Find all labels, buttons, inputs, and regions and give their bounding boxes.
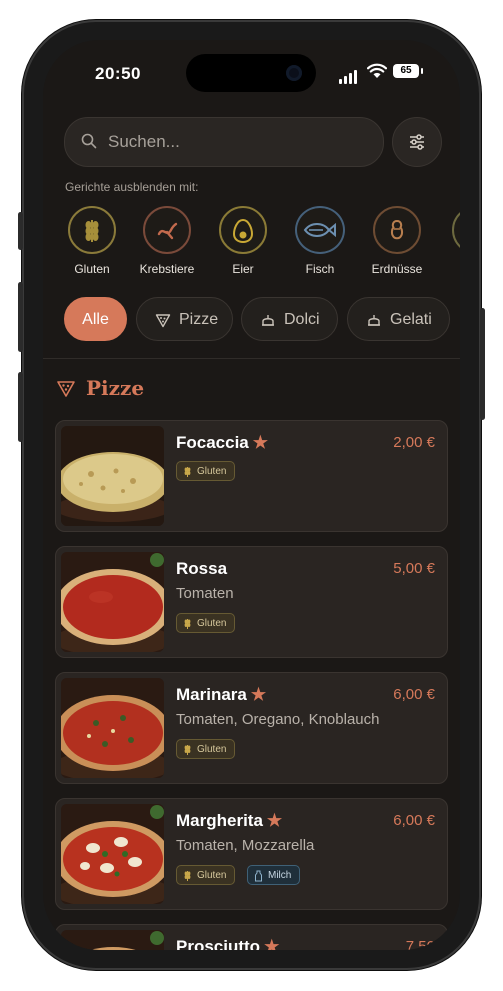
mute-switch <box>18 212 23 250</box>
focaccia-image <box>61 426 164 526</box>
allergen-tag-milch: Milch <box>247 865 301 885</box>
item-name: Rossa <box>176 559 228 578</box>
item-price: 5,00 € <box>393 560 435 577</box>
allergen-gluten[interactable]: Gluten <box>57 206 127 276</box>
volume-up-button <box>18 282 23 352</box>
dynamic-island <box>186 54 316 92</box>
prosciutto-image <box>61 930 164 950</box>
wifi-icon <box>367 63 387 78</box>
filter-button[interactable] <box>392 117 442 167</box>
item-description: Tomaten, Oregano, Knoblauch <box>176 711 380 728</box>
camera-icon <box>286 65 302 81</box>
star-icon: ★ <box>264 937 280 950</box>
cake-icon <box>262 314 274 326</box>
allergen-krebstiere[interactable]: Krebstiere <box>132 206 202 276</box>
allergen-tag-gluten: Gluten <box>176 739 236 759</box>
allergen-tag-gluten: Gluten <box>176 461 236 481</box>
item-description: Tomaten <box>176 585 234 602</box>
wheat-icon <box>184 619 191 629</box>
fish-icon <box>303 222 336 238</box>
menu-item-card[interactable]: Margherita ★ 6,00 € Tomaten, Mozzarella G… <box>55 798 448 910</box>
allergen-tag-gluten: Gluten <box>176 613 236 633</box>
rossa-image <box>61 552 164 652</box>
wheat-icon <box>184 467 191 477</box>
margherita-image <box>61 804 164 904</box>
ice-cream-icon <box>368 314 380 326</box>
app-screen: 20:50 65 Suchen... Gerichte ausblenden m… <box>43 40 460 950</box>
allergen-label: Fisch <box>305 262 335 276</box>
status-bar: 20:50 65 <box>43 40 460 102</box>
tab-label: Dolci <box>284 311 320 328</box>
item-price: 2,00 € <box>393 434 435 451</box>
allergen-tag-gluten: Gluten <box>176 865 236 885</box>
item-price: 6,00 € <box>393 686 435 703</box>
tab-label: Pizze <box>179 311 219 328</box>
item-description: Tomaten, Mozzarella <box>176 837 315 854</box>
tab-pizze[interactable]: Pizze <box>136 297 233 341</box>
item-name: Focaccia ★ <box>176 433 269 452</box>
tab-alle[interactable]: Alle <box>64 297 127 341</box>
menu-item-card[interactable]: Marinara ★ 6,00 € Tomaten, Oregano, Knobl… <box>55 672 448 784</box>
power-button <box>480 308 485 420</box>
signal-icon <box>339 66 359 84</box>
marinara-image <box>61 678 164 778</box>
item-name: Marinara ★ <box>176 685 267 704</box>
item-price: 7,50 <box>405 938 435 950</box>
volume-down-button <box>18 372 23 442</box>
allergen-filter-row: Gluten Krebstiere Eier Fisch Erdnüsse <box>57 206 460 286</box>
item-price: 6,00 € <box>393 812 435 829</box>
peanut-icon <box>390 219 404 240</box>
divider <box>43 358 460 359</box>
allergen-label: Eier <box>232 262 254 276</box>
pizza-icon <box>155 314 171 327</box>
tab-gelati[interactable]: Gelati <box>347 297 450 341</box>
category-tabs: Alle Pizze Dolci Gelati <box>43 297 460 345</box>
menu-item-card[interactable]: Rossa 5,00 € Tomaten Gluten <box>55 546 448 658</box>
battery-icon: 65 <box>393 64 423 78</box>
pizza-icon <box>57 381 75 397</box>
tab-dolci[interactable]: Dolci <box>241 297 338 341</box>
star-icon: ★ <box>252 433 269 452</box>
milk-icon <box>255 870 262 882</box>
allergen-erdnuesse[interactable]: Erdnüsse <box>362 206 432 276</box>
menu-item-card[interactable]: Focaccia ★ 2,00 € Gluten <box>55 420 448 532</box>
tab-label: Alle <box>82 311 109 328</box>
star-icon: ★ <box>250 685 267 704</box>
search-icon <box>81 133 97 149</box>
allergen-label: Krebstiere <box>139 262 195 276</box>
allergen-filter-label: Gerichte ausblenden mit: <box>65 180 199 194</box>
allergen-next-partial[interactable] <box>452 206 460 254</box>
crustacean-icon <box>157 222 178 240</box>
search-input[interactable]: Suchen... <box>108 132 180 152</box>
wheat-icon <box>85 220 99 242</box>
egg-icon <box>232 218 254 244</box>
item-name: Prosciutto ★ <box>176 937 279 950</box>
allergen-fisch[interactable]: Fisch <box>285 206 355 276</box>
section-title: Pizze <box>86 376 145 400</box>
item-name: Margherita ★ <box>176 811 283 830</box>
status-time: 20:50 <box>95 64 141 83</box>
wheat-icon <box>184 745 191 755</box>
sliders-icon <box>410 134 424 150</box>
allergen-label: Gluten <box>74 262 110 276</box>
tab-label: Gelati <box>390 311 432 328</box>
allergen-label: Erdnüsse <box>371 262 423 276</box>
star-icon: ★ <box>266 811 283 830</box>
menu-item-card[interactable]: Prosciutto ★ 7,50 <box>55 924 448 950</box>
wheat-icon <box>184 871 191 881</box>
search-bar[interactable]: Suchen... <box>64 117 384 167</box>
allergen-eier[interactable]: Eier <box>208 206 278 276</box>
